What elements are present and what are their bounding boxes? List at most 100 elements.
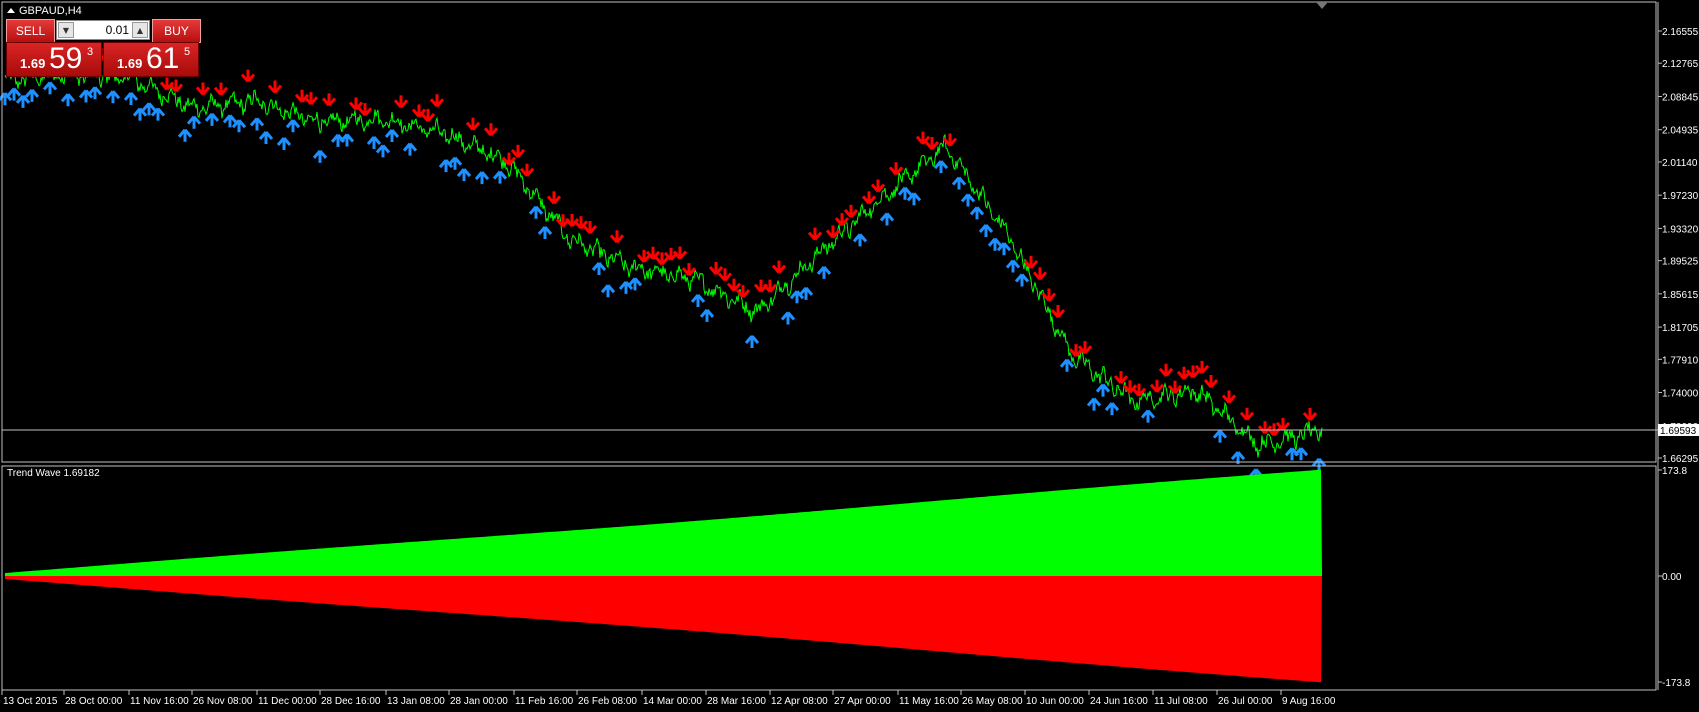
sell-arrow-icon [321, 93, 337, 107]
sell-quote-prefix: 1.69 [20, 56, 46, 71]
buy-arrow-icon [978, 224, 994, 237]
sell-arrow-icon [546, 191, 562, 205]
indicator-label: Trend Wave 1.69182 [7, 468, 100, 479]
buy-arrow-icon [285, 119, 301, 133]
buy-arrow-icon [600, 284, 616, 298]
price-tick-label: 1.85615 [1662, 290, 1699, 301]
sell-arrow-icon [771, 260, 787, 274]
sell-arrow-icon [1158, 363, 1174, 377]
time-tick-label: 11 Nov 16:00 [130, 696, 189, 707]
price-tick-label: 1.89525 [1662, 257, 1699, 268]
lot-size-field[interactable]: ▼ ▲ [56, 20, 150, 40]
sell-arrow-icon [240, 69, 256, 83]
buy-arrow-icon [933, 160, 949, 174]
time-tick-label: 11 Dec 00:00 [258, 696, 317, 707]
price-tick-label: 2.08845 [1662, 93, 1699, 104]
time-tick-label: 28 Mar 16:00 [707, 696, 766, 707]
sell-arrow-icon [762, 279, 778, 293]
sell-arrow-icon [861, 191, 877, 205]
time-tick-label: 27 Apr 00:00 [834, 696, 891, 707]
buy-quote-pips: 61 [146, 42, 180, 75]
indicator-tick-label: -173.8 [1662, 678, 1691, 689]
sell-arrow-icon [870, 179, 886, 193]
chart-menu-triangle-icon[interactable] [7, 8, 15, 13]
sell-arrow-icon [1023, 255, 1039, 269]
time-tick-label: 12 Apr 08:00 [771, 696, 828, 707]
lot-size-input[interactable] [77, 21, 129, 39]
time-tick-label: 11 May 16:00 [899, 696, 959, 707]
price-tick-label: 1.74000 [1662, 389, 1699, 400]
buy-arrow-icon [366, 136, 382, 149]
sell-arrow-icon [1032, 267, 1048, 281]
shift-marker-icon[interactable] [1316, 2, 1328, 9]
sell-button[interactable]: SELL [6, 19, 55, 43]
sell-arrow-icon [1050, 305, 1066, 318]
time-tick-label: 28 Dec 16:00 [321, 696, 381, 707]
buy-arrow-icon [1059, 358, 1075, 372]
sell-arrow-icon [672, 246, 688, 260]
sell-arrow-icon [429, 94, 445, 108]
sell-arrow-icon [726, 278, 742, 292]
buy-arrow-icon [204, 112, 220, 126]
sell-arrow-icon [1221, 390, 1237, 404]
sell-arrow-icon [519, 163, 535, 177]
sell-arrow-icon [510, 144, 526, 158]
time-tick-label: 14 Mar 00:00 [643, 696, 702, 707]
buy-arrow-icon [591, 261, 607, 275]
buy-arrow-icon [1095, 383, 1111, 397]
time-tick-label: 13 Jan 08:00 [387, 696, 445, 707]
buy-arrow-icon [816, 265, 832, 279]
buy-arrow-icon [879, 212, 895, 226]
sell-quote[interactable]: 1.69 59 3 [6, 42, 102, 77]
sell-arrow-icon [393, 95, 409, 109]
buy-arrow-icon [780, 311, 796, 325]
buy-button[interactable]: BUY [152, 19, 201, 43]
buy-arrow-icon [492, 170, 508, 184]
sell-arrow-icon [708, 262, 724, 276]
buy-arrow-icon [402, 142, 418, 156]
sell-arrow-icon [807, 227, 823, 241]
buy-arrow-icon [951, 176, 967, 190]
sell-arrow-icon [1239, 407, 1255, 421]
buy-arrow-icon [339, 133, 355, 147]
buy-arrow-icon [1086, 397, 1102, 411]
buy-arrow-icon [258, 130, 274, 144]
time-tick-label: 11 Feb 16:00 [515, 696, 574, 707]
chart-canvas[interactable]: Trend Wave 1.69182 GBPAUD,H4 2.16555 2.127… [0, 0, 1699, 712]
lot-decrease-icon[interactable]: ▼ [58, 22, 74, 38]
sell-arrow-icon [213, 82, 229, 96]
buy-arrow-icon [744, 335, 760, 349]
buy-arrow-icon [699, 308, 715, 322]
buy-arrow-icon [384, 129, 400, 143]
buy-arrow-icon [960, 193, 976, 207]
buy-quote[interactable]: 1.69 61 5 [103, 42, 199, 77]
time-tick-label: 26 Jul 00:00 [1218, 696, 1273, 707]
buy-arrow-icon [528, 205, 544, 219]
buy-quote-fraction: 5 [184, 46, 191, 58]
time-tick-label: 26 Feb 08:00 [578, 696, 637, 707]
buy-arrow-icon [1140, 409, 1156, 423]
price-tick-label: 1.93320 [1662, 224, 1699, 235]
signal-arrows [0, 48, 1327, 482]
sell-arrow-icon [1302, 407, 1318, 421]
current-price-label: 1.69593 [1660, 426, 1697, 437]
time-tick-label: 13 Oct 2015 [3, 696, 58, 707]
lot-increase-icon[interactable]: ▲ [132, 22, 148, 38]
price-tick-label: 1.77910 [1662, 355, 1699, 366]
sell-arrow-icon [834, 213, 850, 227]
buy-arrow-icon [474, 171, 490, 185]
price-tick-label: 2.04935 [1662, 126, 1699, 137]
buy-arrow-icon [186, 115, 202, 129]
trend-wave-up-area [5, 469, 1322, 576]
price-tick-label: 1.66295 [1662, 454, 1699, 465]
buy-arrow-icon [1311, 457, 1327, 471]
buy-arrow-icon [456, 168, 472, 182]
sell-quote-pips: 59 [49, 42, 83, 75]
sell-arrow-icon [843, 204, 859, 218]
chart-title: GBPAUD,H4 [19, 5, 82, 17]
sell-arrow-icon [1041, 288, 1057, 302]
buy-arrow-icon [1212, 429, 1228, 443]
buy-arrow-icon [177, 128, 193, 142]
buy-arrow-icon [1293, 447, 1309, 461]
buy-arrow-icon [690, 293, 706, 307]
